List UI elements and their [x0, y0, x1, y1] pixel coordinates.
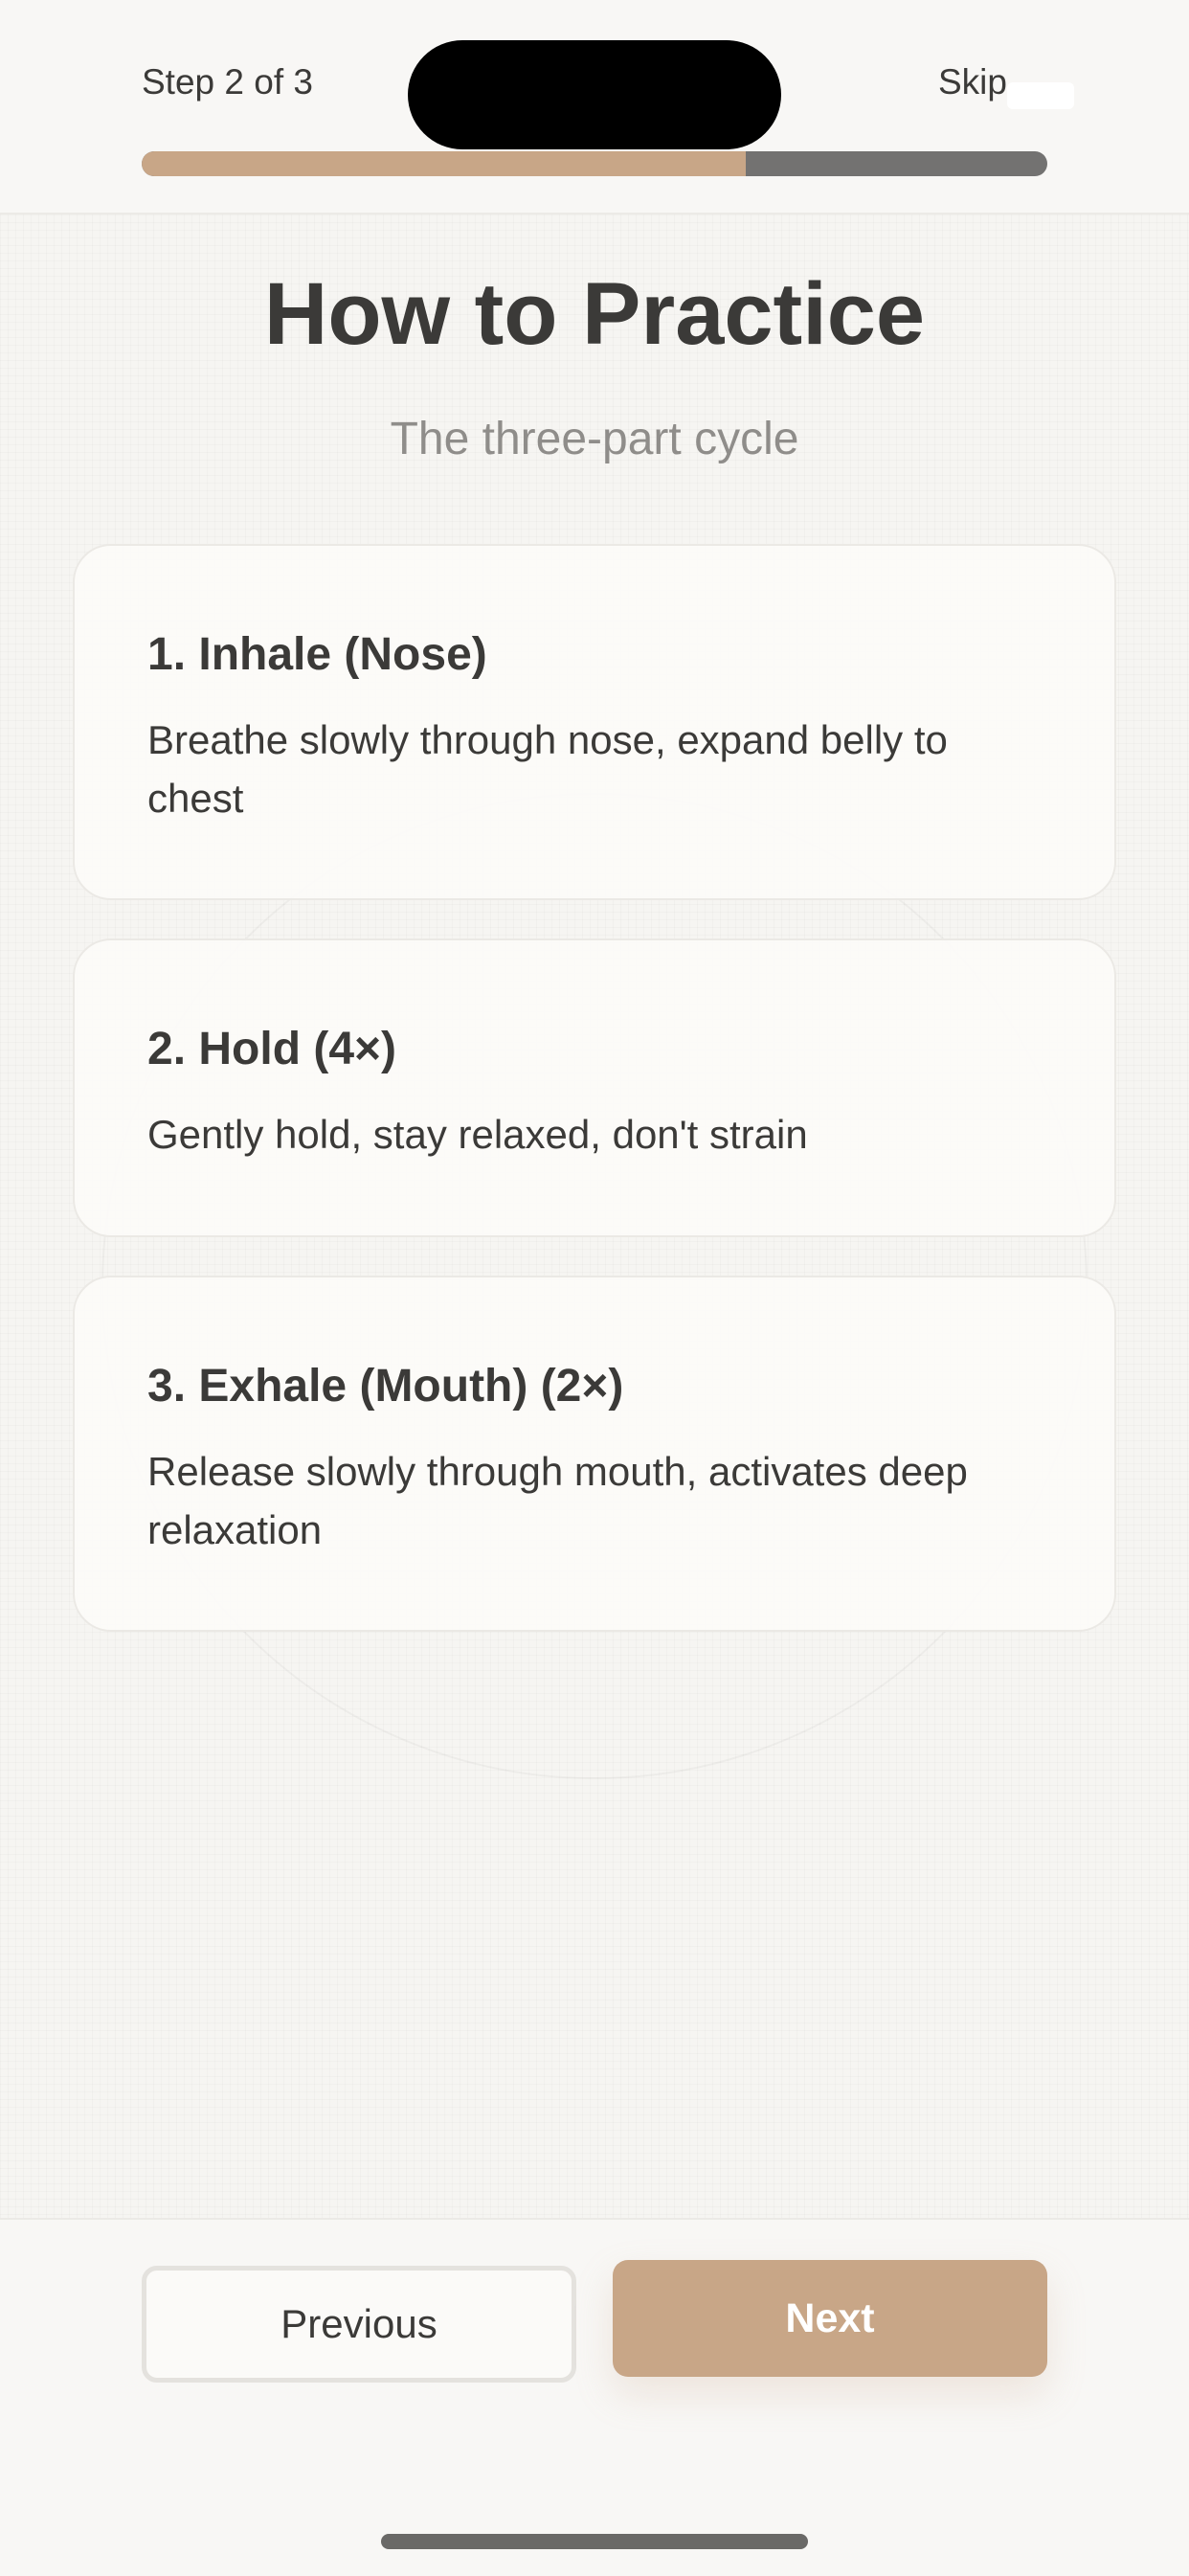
card-description: Gently hold, stay relaxed, don't strain — [147, 1112, 808, 1157]
page-subtitle: The three-part cycle — [390, 414, 799, 464]
skip-button[interactable]: Skip — [938, 59, 1007, 105]
card-title: 1. Inhale (Nose) — [147, 629, 487, 680]
home-indicator — [381, 2534, 808, 2549]
card-title: 3. Exhale (Mouth) (2×) — [147, 1361, 624, 1412]
card-description: Breathe slowly through nose, expand bell… — [147, 717, 948, 821]
skip-highlight — [1007, 82, 1074, 109]
card-title: 2. Hold (4×) — [147, 1024, 397, 1074]
previous-button[interactable]: Previous — [142, 2266, 576, 2383]
step-card-inhale: 1. Inhale (Nose) Breathe slowly through … — [73, 544, 1116, 900]
step-card-exhale: 3. Exhale (Mouth) (2×) Release slowly th… — [73, 1276, 1116, 1632]
progress-bar-fill — [142, 151, 746, 176]
card-description: Release slowly through mouth, activates … — [147, 1449, 968, 1552]
page-title: How to Practice — [263, 265, 926, 363]
next-button[interactable]: Next — [613, 2260, 1047, 2377]
step-indicator: Step 2 of 3 — [142, 62, 313, 102]
top-bar: Step 2 of 3 Skip — [0, 0, 1189, 215]
dynamic-island — [408, 40, 781, 149]
step-card-hold: 2. Hold (4×) Gently hold, stay relaxed, … — [73, 938, 1116, 1237]
progress-bar — [142, 151, 1047, 176]
